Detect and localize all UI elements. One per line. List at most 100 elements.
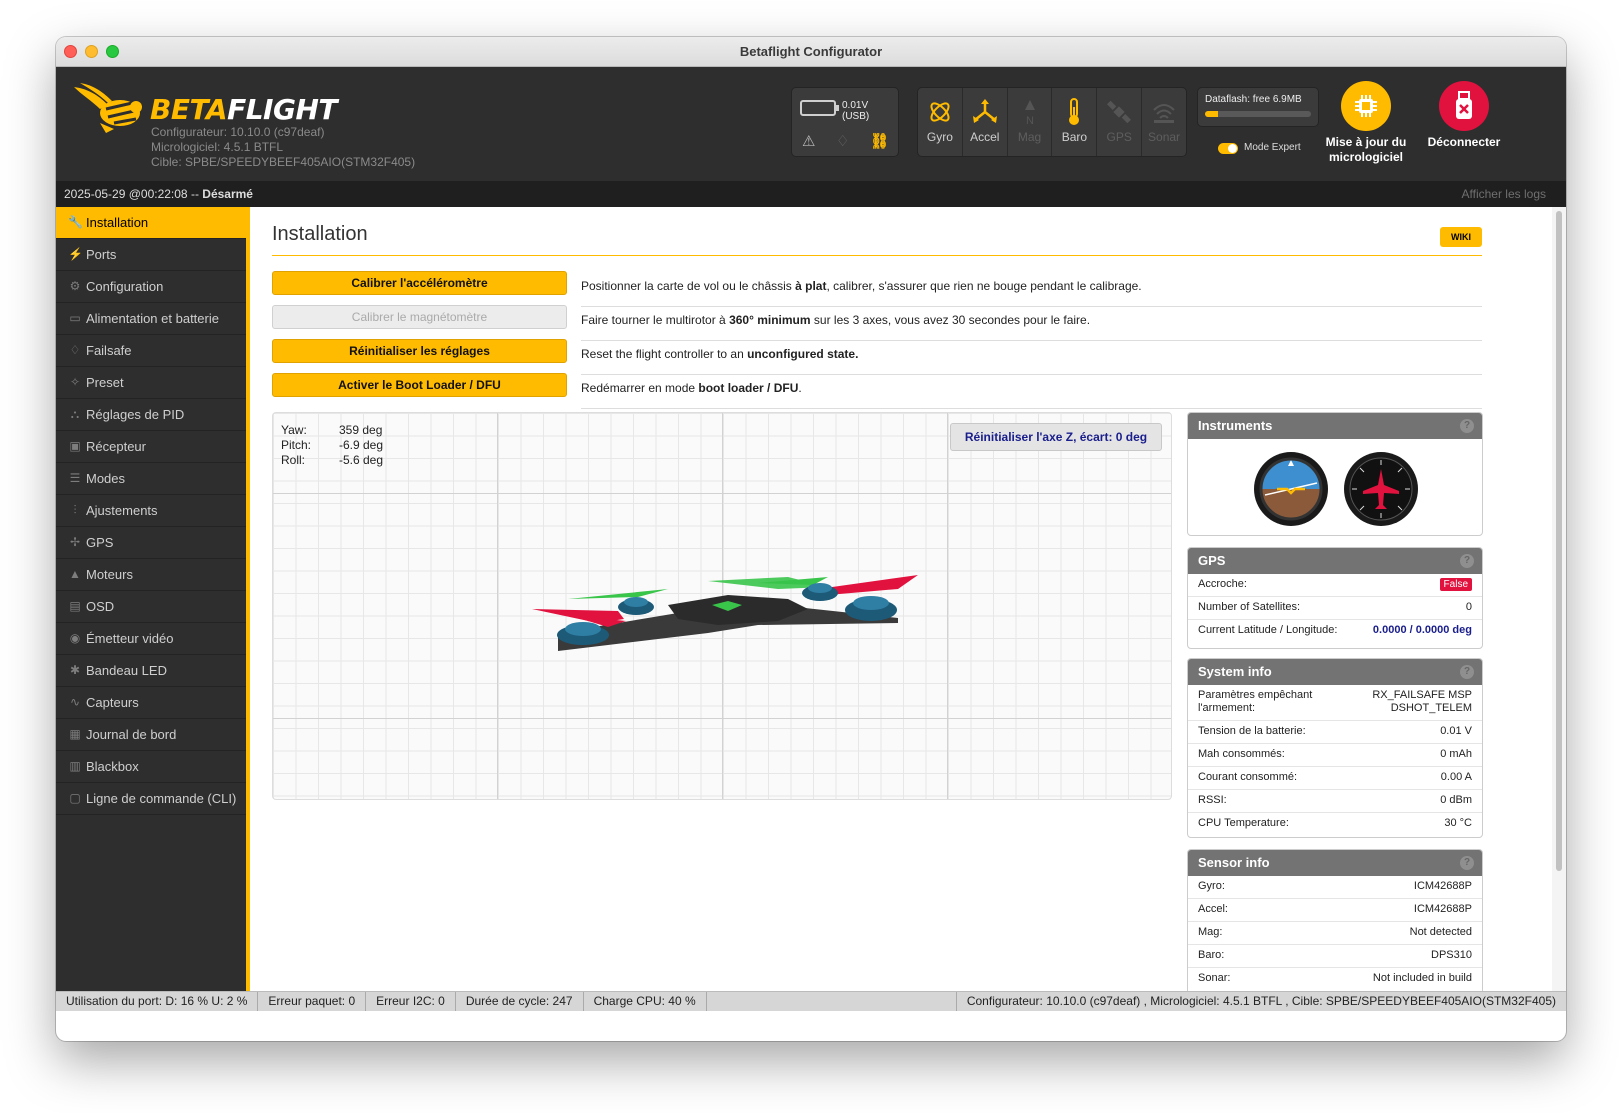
failsafe-parachute-icon: ♢: [836, 133, 850, 150]
baro-icon: [1059, 94, 1089, 130]
info-row-label: Sonar:: [1198, 972, 1231, 984]
sidebar-item-led[interactable]: ✱ Bandeau LED: [56, 655, 246, 687]
sidebar-item-vtx[interactable]: ◉ Émetteur vidéo: [56, 623, 246, 655]
brand-part-flight: FLIGHT: [227, 93, 337, 126]
sidebar-item-label: Ajustements: [86, 503, 158, 518]
content-scrollbar[interactable]: [1552, 207, 1566, 991]
sidebar-item-label: GPS: [86, 535, 114, 550]
system-info-header: System info?: [1188, 659, 1482, 685]
sidebar-item-plug[interactable]: ⚡ Ports: [56, 239, 246, 271]
sidebar-item-magic[interactable]: ✧ Preset: [56, 367, 246, 399]
app-header: BETAFLIGHT Configurateur: 10.10.0 (c97de…: [56, 67, 1566, 181]
i2c-error: Erreur I2C: 0: [366, 992, 456, 1011]
activate-bootloader-button[interactable]: Activer le Boot Loader / DFU: [272, 373, 567, 397]
yaw-value: 359 deg: [339, 423, 383, 437]
wiki-button[interactable]: WIKI: [1440, 227, 1482, 247]
heading-indicator: [1344, 452, 1418, 526]
sidebar-item-osd[interactable]: ▤ OSD: [56, 591, 246, 623]
page-title: Installation: [272, 223, 368, 245]
system-info-row: Paramètres empêchant l'armement: RX_FAILS…: [1188, 685, 1482, 721]
info-row-label: Baro:: [1198, 949, 1225, 961]
desc-bold: à plat: [795, 279, 827, 293]
info-row-label: Courant consommé:: [1198, 771, 1298, 783]
sidebar-item-label: Preset: [86, 375, 124, 390]
dataflash-label: Dataflash: free 6.9MB: [1205, 94, 1302, 105]
sidebar-item-cli[interactable]: ▢ Ligne de commande (CLI): [56, 783, 246, 815]
minimize-window-button[interactable]: [85, 45, 98, 58]
title-bar: Betaflight Configurator: [56, 37, 1566, 67]
usb-disconnect-icon: [1439, 81, 1489, 131]
gps-sats-label: Number of Satellites:: [1198, 601, 1301, 613]
disconnect-label: Déconnecter: [1427, 135, 1501, 149]
help-icon[interactable]: ?: [1460, 419, 1474, 433]
dataflash-usage-bar: [1205, 111, 1311, 117]
gps-title: GPS: [1198, 553, 1226, 568]
expert-mode-toggle[interactable]: [1218, 143, 1238, 154]
desc-text: Faire tourner le multirotor à: [581, 313, 730, 327]
receiver-icon: ▣: [69, 439, 81, 453]
show-logs-link[interactable]: Afficher les logs: [1462, 181, 1547, 207]
calibrate-accelerometer-button[interactable]: Calibrer l'accéléromètre: [272, 271, 567, 295]
sidebar-item-label: Installation: [86, 215, 149, 230]
info-row-label: Accel:: [1198, 903, 1228, 915]
brand-wordmark: BETAFLIGHT: [150, 93, 337, 126]
accel-icon: [970, 94, 1000, 130]
scrollbar-thumb[interactable]: [1556, 211, 1562, 871]
log-icon: ▦: [69, 727, 81, 741]
battery-icon: [800, 100, 839, 116]
plug-icon: ⚡: [68, 247, 83, 261]
packet-error: Erreur paquet: 0: [258, 992, 367, 1011]
model-3d-viewer[interactable]: Yaw: 359 deg Pitch: -6.9 deg Roll: -5.6 deg…: [272, 412, 1172, 800]
firmware-update-button[interactable]: Mise à jour du micrologiciel: [1321, 81, 1411, 165]
calibrate-magnetometer-button[interactable]: Calibrer le magnétomètre: [272, 305, 567, 329]
help-icon[interactable]: ?: [1460, 554, 1474, 568]
reset-z-axis-button[interactable]: Réinitialiser l'axe Z, écart: 0 deg: [950, 423, 1162, 451]
disconnect-button[interactable]: Déconnecter: [1419, 81, 1509, 150]
sensor-sonar-label: Sonar: [1148, 130, 1181, 144]
system-info-title: System info: [1198, 664, 1272, 679]
sidebar-item-battery[interactable]: ▭ Alimentation et batterie: [56, 303, 246, 335]
sidebar-item-label: Ports: [86, 247, 117, 262]
sidebar-item-log[interactable]: ▦ Journal de bord: [56, 719, 246, 751]
info-row: Sonar: Not included in build: [1188, 968, 1482, 990]
close-window-button[interactable]: [64, 45, 77, 58]
sidebar-item-sensors[interactable]: ∿ Capteurs: [56, 687, 246, 719]
gps-fix-label: Accroche:: [1198, 578, 1247, 590]
pid-icon: ⛬: [70, 407, 80, 421]
sidebar-item-parachute[interactable]: ♢ Failsafe: [56, 335, 246, 367]
sidebar-item-label: Émetteur vidéo: [86, 631, 174, 646]
desc-bold: boot loader / DFU: [698, 381, 799, 395]
gps-row: Current Latitude / Longitude: 0.0000 / 0.…: [1188, 620, 1482, 642]
sensor-status-bar: Gyro Accel N Mag Baro GPS Sonar: [917, 87, 1187, 157]
sidebar-item-label: Moteurs: [86, 567, 133, 582]
info-row-value: DPS310: [1431, 949, 1472, 961]
maximize-window-button[interactable]: [106, 45, 119, 58]
chip-icon: [1341, 81, 1391, 131]
sidebar-item-sliders[interactable]: ⫶ Ajustements: [56, 495, 246, 527]
sliders-icon: ⫶: [73, 503, 77, 517]
sidebar-item-modes[interactable]: ☰ Modes: [56, 463, 246, 495]
sidebar-item-blackbox[interactable]: ▥ Blackbox: [56, 751, 246, 783]
sensor-info-header: Sensor info?: [1188, 850, 1482, 876]
sidebar-item-satellite[interactable]: ✢ GPS: [56, 527, 246, 559]
sensor-info-title: Sensor info: [1198, 855, 1270, 870]
sidebar-item-gear[interactable]: ⚙ Configuration: [56, 271, 246, 303]
sidebar-item-motor[interactable]: ▲ Moteurs: [56, 559, 246, 591]
sidebar-item-receiver[interactable]: ▣ Récepteur: [56, 431, 246, 463]
sensor-baro-label: Baro: [1061, 130, 1088, 144]
gps-latlon-label: Current Latitude / Longitude:: [1198, 624, 1338, 636]
info-row: Courant consommé: 0.00 A: [1188, 767, 1482, 790]
sidebar-item-wrench[interactable]: 🔧 Installation: [56, 207, 246, 239]
gps-latlon-value[interactable]: 0.0000 / 0.0000 deg: [1373, 624, 1472, 637]
grid-line: [947, 413, 948, 799]
sidebar-item-pid[interactable]: ⛬ Réglages de PID: [56, 399, 246, 431]
pitch-label: Pitch:: [281, 438, 312, 452]
arming-flags-label: Paramètres empêchant l'armement:: [1198, 689, 1313, 714]
info-row-value: ICM42688P: [1413, 880, 1472, 892]
help-icon[interactable]: ?: [1460, 856, 1474, 870]
top-status-bar: 2025-05-29 @00:22:08 -- Désarmé Afficher…: [56, 181, 1566, 207]
help-icon[interactable]: ?: [1460, 665, 1474, 679]
arming-flags-value: RX_FAILSAFE MSP DSHOT_TELEM: [1372, 689, 1472, 715]
reset-settings-button[interactable]: Réinitialiser les réglages: [272, 339, 567, 363]
roll-value: -5.6 deg: [339, 453, 384, 467]
